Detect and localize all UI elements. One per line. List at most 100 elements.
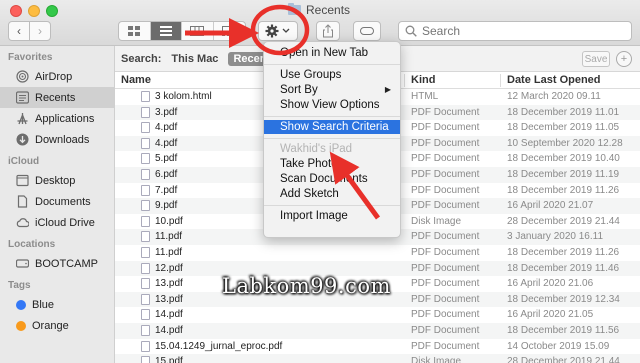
submenu-arrow-icon: ▶ bbox=[384, 85, 391, 94]
menu-item-label: Open in New Tab bbox=[280, 47, 369, 59]
gallery-icon bbox=[222, 26, 237, 36]
file-kind-cell: PDF Document bbox=[411, 184, 480, 196]
file-name-cell: 14.pdf bbox=[155, 325, 183, 336]
menu-item-import-image[interactable]: Import Image bbox=[264, 209, 400, 223]
menu-item-label: Add Sketch bbox=[280, 188, 339, 200]
table-row[interactable]: 14.pdf PDF Document 16 April 2020 21.05 bbox=[115, 307, 640, 323]
file-kind-cell: PDF Document bbox=[411, 325, 480, 336]
file-date-cell: 10 September 2020 12.28 bbox=[507, 137, 623, 149]
menu-separator bbox=[264, 64, 400, 65]
file-kind-cell: HTML bbox=[411, 91, 439, 102]
menu-item-open-in-new-tab[interactable]: Open in New Tab bbox=[264, 46, 400, 60]
icon-view-button[interactable] bbox=[119, 22, 151, 40]
tag-icon bbox=[360, 27, 374, 35]
table-row[interactable]: 14.pdf PDF Document 18 December 2019 11.56 bbox=[115, 323, 640, 339]
table-row[interactable]: 15.04.1249_jurnal_eproc.pdf PDF Document 1… bbox=[115, 339, 640, 355]
sidebar-item-downloads[interactable]: Downloads bbox=[0, 129, 114, 150]
file-icon bbox=[141, 231, 150, 243]
window-toolbar: Recents ‹ › bbox=[0, 0, 640, 46]
file-date-cell: 16 April 2020 21.07 bbox=[507, 200, 594, 212]
add-criteria-button[interactable]: + bbox=[616, 51, 632, 67]
chevron-right-icon: › bbox=[38, 24, 42, 38]
menu-item-label: Sort By bbox=[280, 84, 318, 96]
menu-separator bbox=[264, 116, 400, 117]
chevron-left-icon: ‹ bbox=[17, 24, 21, 38]
sidebar-item-bootcamp[interactable]: BOOTCAMP bbox=[0, 253, 114, 274]
sidebar-heading-favorites: Favorites bbox=[8, 52, 53, 63]
close-window-button[interactable] bbox=[10, 5, 22, 17]
file-kind-cell: PDF Document bbox=[411, 200, 480, 212]
file-icon bbox=[141, 278, 150, 290]
orange-tag-dot-icon bbox=[16, 320, 26, 331]
column-view-button[interactable] bbox=[182, 22, 214, 40]
zoom-window-button[interactable] bbox=[46, 5, 58, 17]
save-search-button[interactable]: Save bbox=[582, 51, 610, 67]
search-input[interactable] bbox=[422, 24, 622, 38]
file-kind-cell: PDF Document bbox=[411, 137, 480, 149]
minimize-window-button[interactable] bbox=[28, 5, 40, 17]
share-icon bbox=[323, 24, 333, 38]
menu-item-use-groups[interactable]: Use Groups bbox=[264, 68, 400, 82]
file-kind-cell: Disk Image bbox=[411, 215, 462, 227]
documents-icon bbox=[16, 195, 29, 208]
file-kind-cell: PDF Document bbox=[411, 247, 480, 258]
file-date-cell: 28 December 2019 21.44 bbox=[507, 356, 620, 363]
sidebar-item-documents[interactable]: Documents bbox=[0, 191, 114, 212]
sidebar-item-airdrop[interactable]: AirDrop bbox=[0, 66, 114, 87]
search-field[interactable] bbox=[398, 21, 632, 41]
action-menu-button[interactable] bbox=[258, 21, 298, 41]
file-name-cell: 11.pdf bbox=[155, 247, 183, 258]
menu-item-add-sketch[interactable]: Add Sketch bbox=[264, 187, 400, 201]
sidebar-item-label: iCloud Drive bbox=[35, 216, 95, 229]
menu-item-scan-documents[interactable]: Scan Documents bbox=[264, 172, 400, 186]
file-name-cell: 5.pdf bbox=[155, 153, 178, 165]
sidebar-item-label: Recents bbox=[35, 91, 76, 104]
sidebar-heading-locations: Locations bbox=[8, 239, 56, 250]
menu-item-show-view-options[interactable]: Show View Options bbox=[264, 98, 400, 112]
file-kind-cell: PDF Document bbox=[411, 262, 480, 274]
menu-item-sort-by[interactable]: Sort By ▶ bbox=[264, 83, 400, 97]
forward-button[interactable]: › bbox=[29, 21, 51, 41]
file-date-cell: 18 December 2019 11.05 bbox=[507, 122, 620, 134]
column-header-name[interactable]: Name bbox=[121, 74, 151, 86]
file-kind-cell: PDF Document bbox=[411, 153, 480, 165]
file-kind-cell: PDF Document bbox=[411, 169, 480, 180]
sidebar-tag-orange[interactable]: Orange bbox=[0, 315, 114, 336]
sidebar-item-desktop[interactable]: Desktop bbox=[0, 170, 114, 191]
edit-tags-button[interactable] bbox=[353, 21, 381, 41]
file-kind-cell: PDF Document bbox=[411, 231, 480, 243]
window-title-text: Recents bbox=[306, 3, 351, 17]
file-date-cell: 18 December 2019 12.34 bbox=[507, 293, 620, 305]
file-name-cell: 3.pdf bbox=[155, 106, 178, 118]
sidebar-item-icloud-drive[interactable]: iCloud Drive bbox=[0, 212, 114, 233]
back-button[interactable]: ‹ bbox=[8, 21, 30, 41]
file-date-cell: 12 March 2020 09.11 bbox=[507, 91, 601, 102]
column-header-kind[interactable]: Kind bbox=[411, 74, 435, 86]
file-icon bbox=[141, 262, 150, 274]
file-icon bbox=[141, 91, 150, 102]
gallery-view-button[interactable] bbox=[214, 22, 246, 40]
file-name-cell: 10.pdf bbox=[155, 215, 183, 227]
file-name-cell: 4.pdf bbox=[155, 137, 178, 149]
list-view-button[interactable] bbox=[150, 22, 182, 40]
column-divider[interactable] bbox=[500, 74, 501, 87]
file-name-cell: 12.pdf bbox=[155, 262, 183, 274]
airdrop-icon bbox=[16, 70, 29, 83]
sidebar-item-recents[interactable]: Recents bbox=[0, 87, 114, 108]
sidebar-tag-blue[interactable]: Blue bbox=[0, 294, 114, 315]
file-name-cell: 4.pdf bbox=[155, 122, 178, 134]
file-icon bbox=[141, 356, 150, 363]
applications-icon bbox=[16, 112, 29, 125]
file-name-cell: 13.pdf bbox=[155, 293, 183, 305]
menu-item-show-search-criteria[interactable]: Show Search Criteria bbox=[264, 120, 400, 134]
column-header-date-last-opened[interactable]: Date Last Opened bbox=[507, 74, 601, 86]
sidebar-item-applications[interactable]: Applications bbox=[0, 108, 114, 129]
column-divider[interactable] bbox=[404, 74, 405, 87]
menu-item-wakhid-s-ipad: Wakhid's iPad bbox=[264, 142, 400, 156]
table-row[interactable]: 15.pdf Disk Image 28 December 2019 21.44 bbox=[115, 354, 640, 363]
scope-this-mac-button[interactable]: This Mac bbox=[171, 53, 218, 65]
file-name-cell: 14.pdf bbox=[155, 309, 183, 321]
menu-item-take-photo[interactable]: Take Photo bbox=[264, 157, 400, 171]
table-row[interactable]: 11.pdf PDF Document 18 December 2019 11.26 bbox=[115, 245, 640, 261]
share-button[interactable] bbox=[316, 21, 340, 41]
